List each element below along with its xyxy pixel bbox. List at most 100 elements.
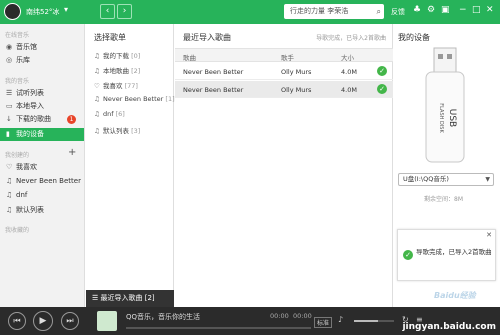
sidebar-item-local-import[interactable]: ▭ 本地导入 (0, 100, 84, 113)
music-hall-icon: ◉ (6, 43, 13, 51)
maximize-icon[interactable]: □ (472, 5, 481, 15)
player-bar: ⏮ ▶ ⏭ QQ音乐，音乐你的生活 00:00 00:00 标准 ♪ ↻ ≡ j… (0, 307, 500, 335)
playlist-label: Never Been Better (103, 95, 164, 103)
song-artist: Olly Murs (281, 68, 312, 76)
sidebar-item-label: 默认列表 (16, 206, 44, 214)
sidebar-item-label: 乐库 (16, 56, 30, 64)
note-icon: ♫ (94, 127, 100, 135)
column-artist[interactable]: 歌手 (281, 52, 294, 62)
recent-import-label: 最近导入歌曲 (100, 294, 143, 302)
device-select-value: U盘(I:\QQ音乐) (403, 175, 449, 183)
volume-slider[interactable] (354, 320, 394, 322)
playlist-count: [0] (131, 52, 141, 60)
previous-icon: ⏮ (13, 316, 21, 325)
list-icon: ☰ (92, 294, 99, 302)
sidebar-item-label: dnf (16, 191, 28, 199)
next-button[interactable]: ⏭ (61, 312, 79, 330)
toast-notification: ✕ ✓ 导歌完成，已导入2首歌曲 (397, 229, 496, 281)
play-icon: ▶ (39, 316, 47, 326)
chevron-right-icon: › (122, 6, 127, 16)
song-size: 4.0M (341, 86, 357, 94)
footer-url: jingyan.baidu.com (402, 322, 496, 332)
chevron-left-icon: ‹ (105, 6, 110, 16)
song-artist: Olly Murs (281, 86, 312, 94)
avatar[interactable] (4, 3, 21, 20)
volume-fill (354, 320, 378, 322)
sidebar-item-never-been-better[interactable]: ♫ Never Been Better (0, 175, 84, 188)
table-row[interactable]: Never Been Better Olly Murs 4.0M ✓ (175, 63, 393, 80)
playlist-item[interactable]: ♫ 默认列表 [3] (94, 125, 140, 135)
table-row[interactable]: Never Been Better Olly Murs 4.0M ✓ (175, 81, 393, 98)
note-icon: ♫ (6, 206, 13, 214)
add-playlist-icon[interactable]: + (68, 147, 76, 158)
recent-import-item[interactable]: ☰ 最近导入歌曲 [2] (86, 290, 174, 307)
import-icon: ▭ (6, 102, 13, 110)
sidebar-item-downloads[interactable]: ↓ 下载的歌曲 1 (0, 113, 84, 126)
skin-icon[interactable]: ♣ (413, 5, 421, 15)
back-button[interactable]: ‹ (100, 4, 115, 19)
sidebar-item-dnf[interactable]: ♫ dnf (0, 189, 84, 202)
sidebar-item-label: Never Been Better (16, 177, 81, 185)
mini-mode-icon[interactable]: ▣ (441, 5, 450, 15)
download-icon: ↓ (6, 115, 12, 123)
quality-toggle[interactable]: 标准 (314, 317, 333, 328)
track-title: QQ音乐，音乐你的生活 (126, 313, 201, 321)
playlist-label: 本地歌曲 (103, 67, 129, 75)
column-song[interactable]: 歌曲 (183, 52, 196, 62)
playlist-item[interactable]: ♫ dnf [6] (94, 110, 125, 118)
volume-icon[interactable]: ♪ (338, 315, 343, 324)
playlist-count: [77] (124, 82, 138, 90)
playlist-panel: 选择歌单 ♫ 我的下载 [0] ♫ 本地歌曲 [2] ♡ 我喜欢 [77] ♫ Neve… (86, 24, 175, 307)
flash-disk-label: FLASH DISK (438, 103, 444, 133)
note-icon: ♫ (94, 110, 100, 118)
playlist-item[interactable]: ♫ Never Been Better [1] (94, 95, 175, 103)
usb-label: USB (447, 109, 457, 127)
minimize-icon[interactable]: − (459, 5, 467, 15)
playlist-count: [6] (115, 110, 125, 118)
note-icon: ♫ (6, 191, 13, 199)
forward-button[interactable]: › (117, 4, 132, 19)
playlist-panel-title: 选择歌单 (94, 33, 126, 42)
heart-icon: ♡ (6, 163, 13, 171)
sidebar-item-my-device[interactable]: ▮ 我的设备 (0, 128, 84, 141)
heart-icon: ♡ (94, 82, 100, 90)
playlist-count: [1] (165, 95, 175, 103)
playlist-item[interactable]: ♫ 本地歌曲 [2] (94, 65, 140, 75)
playlist-label: 我喜欢 (103, 82, 123, 90)
playlist-label: 默认列表 (103, 127, 129, 135)
close-icon[interactable]: ✕ (486, 231, 492, 239)
sidebar-item-label: 我喜欢 (16, 163, 37, 171)
progress-bar[interactable] (126, 327, 311, 329)
note-icon: ♫ (6, 177, 13, 185)
feedback-link[interactable]: 反馈 (391, 7, 405, 17)
playlist-item[interactable]: ♫ 我的下载 [0] (94, 50, 140, 60)
signal-icon: ▾ (64, 5, 69, 14)
device-select[interactable]: U盘(I:\QQ音乐) ▼ (398, 173, 494, 186)
sidebar-item-default-list[interactable]: ♫ 默认列表 (0, 204, 84, 217)
top-bar: 南纬52°冰 ▾ ‹ › 行走的力量 李荣浩 ⌕ 反馈 ♣ ⚙ ▣ − □ ✕ (0, 0, 500, 24)
elapsed-time: 00:00 (270, 312, 289, 320)
playlist-item[interactable]: ♡ 我喜欢 [77] (94, 80, 138, 90)
column-size[interactable]: 大小 (341, 52, 354, 62)
search-input[interactable]: 行走的力量 李荣浩 ⌕ (284, 4, 384, 19)
sidebar-item-trial-list[interactable]: ☰ 试听列表 (0, 87, 84, 100)
sidebar-item-library[interactable]: ◎ 乐库 (0, 54, 84, 67)
sidebar-item-favorites[interactable]: ♡ 我喜欢 (0, 161, 84, 174)
search-icon[interactable]: ⌕ (377, 4, 381, 19)
toast-message: 导歌完成，已导入2首歌曲 (416, 248, 492, 256)
gear-icon[interactable]: ⚙ (427, 5, 435, 15)
note-icon: ♫ (94, 52, 100, 60)
previous-button[interactable]: ⏮ (8, 312, 26, 330)
play-button[interactable]: ▶ (33, 311, 53, 331)
close-icon[interactable]: ✕ (486, 5, 494, 15)
list-icon: ☰ (6, 89, 13, 97)
check-icon: ✓ (403, 250, 413, 260)
note-icon: ♫ (94, 95, 100, 103)
song-panel: 最近导入歌曲 导歌完成，已导入2首歌曲 歌曲 歌手 大小 Never Been … (175, 24, 393, 307)
sidebar-item-label: 我的设备 (16, 130, 44, 138)
username[interactable]: 南纬52°冰 (26, 7, 59, 17)
album-cover[interactable] (97, 311, 117, 331)
import-status: 导歌完成，已导入2首歌曲 (316, 35, 386, 42)
sidebar-item-music-hall[interactable]: ◉ 音乐馆 (0, 41, 84, 54)
device-panel: 我的设备 USB FLASH DISK U盘(I:\QQ音乐) ▼ 剩余空间：8… (394, 24, 500, 307)
